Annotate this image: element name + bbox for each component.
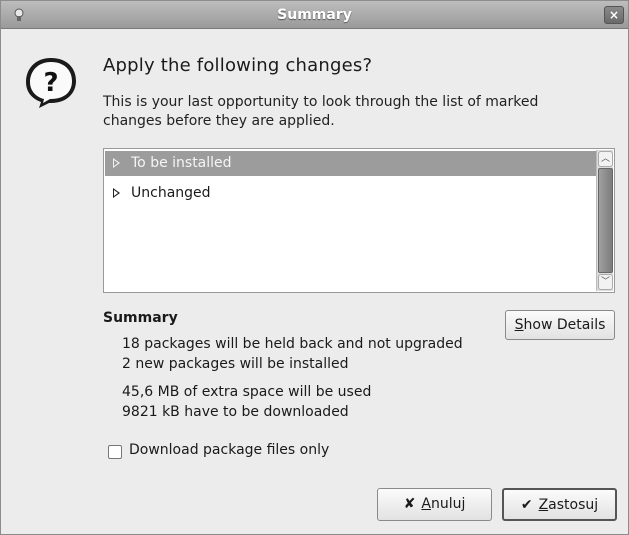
cancel-button[interactable]: ✘ Anuluj <box>377 488 492 521</box>
dialog-heading: Apply the following changes? <box>103 55 373 76</box>
apply-check-icon: ✔ <box>520 497 533 513</box>
cancel-x-icon: ✘ <box>403 496 416 512</box>
download-only-label[interactable]: Download package files only <box>129 442 329 458</box>
summary-new-packages: 2 new packages will be installed <box>122 356 349 372</box>
tree-row-to-be-installed[interactable]: To be installed <box>105 151 597 176</box>
tree-row-label: To be installed <box>131 155 232 171</box>
summary-extra-space: 45,6 MB of extra space will be used <box>122 384 372 400</box>
scroll-up-button[interactable]: ︿ <box>598 151 613 167</box>
summary-dialog: Summary × ? Apply the following changes?… <box>0 0 629 535</box>
question-icon: ? <box>26 58 76 108</box>
close-button[interactable]: × <box>604 6 624 24</box>
changes-tree-view[interactable]: To be installed Unchanged ︿ ﹀ <box>103 148 615 293</box>
window-title: Summary <box>277 7 352 23</box>
scrollbar-thumb[interactable] <box>598 168 613 273</box>
expander-arrow-icon[interactable] <box>113 158 120 168</box>
vertical-scrollbar[interactable]: ︿ ﹀ <box>596 150 613 291</box>
dialog-description: This is your last opportunity to look th… <box>103 94 539 129</box>
expander-arrow-icon[interactable] <box>113 188 120 198</box>
summary-held-back: 18 packages will be held back and not up… <box>122 336 463 352</box>
apply-button[interactable]: ✔ Zastosuj <box>502 488 617 521</box>
chevron-down-icon: ﹀ <box>600 277 610 287</box>
scroll-down-button[interactable]: ﹀ <box>598 274 613 290</box>
close-icon: × <box>608 8 620 22</box>
show-details-button[interactable]: Show Details <box>505 310 615 340</box>
download-only-checkbox[interactable] <box>108 445 122 459</box>
tree-row-label: Unchanged <box>131 185 211 201</box>
tree-row-unchanged[interactable]: Unchanged <box>105 181 597 206</box>
summary-download-size: 9821 kB have to be downloaded <box>122 404 349 420</box>
summary-heading: Summary <box>103 310 178 326</box>
chevron-up-icon: ︿ <box>600 154 610 164</box>
svg-text:?: ? <box>43 68 58 98</box>
title-bar[interactable]: Summary × <box>1 1 628 29</box>
